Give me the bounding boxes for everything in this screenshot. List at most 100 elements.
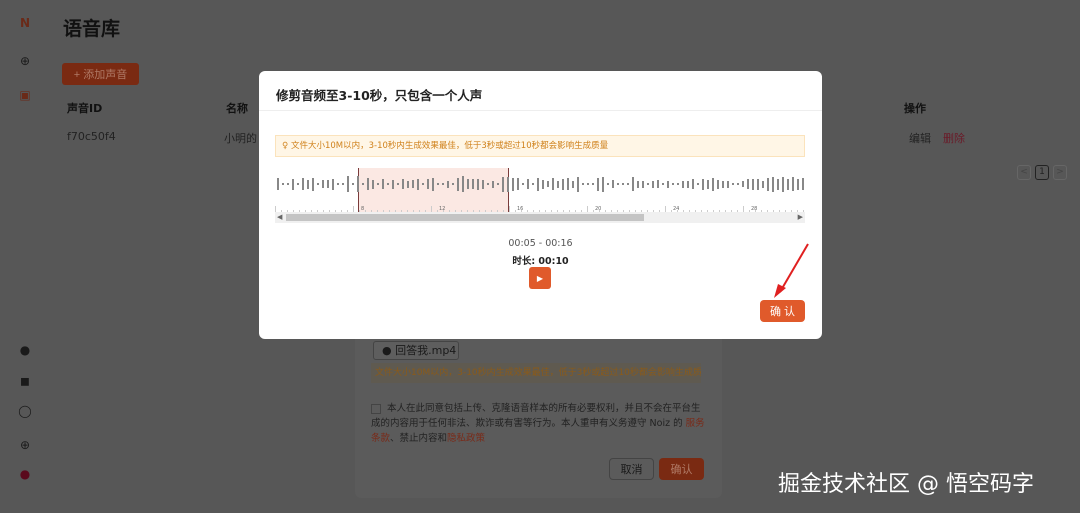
agree-checkbox[interactable] [371,403,381,414]
discord-icon[interactable]: ◼ [18,374,32,388]
scroll-right-icon[interactable]: ▶ [798,212,803,223]
waveform-bar [552,178,554,190]
waveform-bar [492,180,494,188]
waveform-bar [347,176,349,192]
waveform-bar [472,179,474,189]
waveform-bar [317,183,319,185]
waveform-bar [597,177,599,191]
play-button[interactable]: ▶ [529,267,551,289]
waveform-bar [342,183,344,185]
modal-confirm-button[interactable]: 确 认 [760,300,805,322]
confirm-button[interactable]: 确认 [659,458,704,480]
waveform-scrollbar[interactable]: ◀ ▶ [275,212,805,223]
waveform-bar [337,183,339,185]
waveform-bar [642,180,644,188]
waveform-bar [722,180,724,188]
waveform-bar [587,183,589,185]
uploaded-file-chip[interactable]: ● 回答我.mp4 [373,341,459,360]
waveform-bar [357,176,359,192]
agree-text: 本人在此同意包括上传、克隆语音样本的所有必要权利，并且不会在平台生成的内容用于任… [371,403,701,429]
waveform-bar [537,177,539,191]
waveform-bar [442,183,444,185]
delete-link[interactable]: 删除 [943,130,965,146]
library-icon[interactable]: ▣ [18,88,32,102]
waveform-bar [757,178,759,190]
page-1-button[interactable]: 1 [1035,165,1049,180]
waveform-bar [392,179,394,189]
waveform-bar [567,178,569,190]
selection-region[interactable] [358,168,509,214]
waveform-bar [562,178,564,190]
modal-title: 修剪音频至3-10秒，只包含一个人声 [276,88,483,103]
waveform-bar [772,176,774,192]
waveform-bar [622,183,624,185]
voice-icon[interactable]: ⊕ [18,54,32,68]
waveform-bar [687,180,689,188]
waveform-bar [632,177,634,191]
waveform-bar [382,179,384,189]
waveform-bar [672,183,674,185]
waveform-bar [712,177,714,191]
waveform-bar [652,180,654,188]
waveform-bar [372,179,374,189]
next-page-button[interactable]: > [1053,165,1067,180]
waveform-bar [667,180,669,188]
waveform-bar [747,179,749,189]
waveform-bar [417,178,419,190]
waveform-bar [462,176,464,192]
add-voice-button[interactable]: + 添加声音 [62,63,139,85]
logo-icon[interactable]: N [18,16,32,30]
waveform-bar [327,180,329,188]
waveform-bar [697,183,699,185]
waveform-bar [402,179,404,189]
waveform-bar [637,180,639,188]
voice-name-cell: 小明的 [224,132,257,145]
scroll-thumb[interactable] [286,214,644,221]
waveform-bar [547,181,549,187]
column-header-id: 声音ID [67,102,103,115]
edit-link[interactable]: 编辑 [909,130,931,146]
waveform-bar [522,183,524,185]
waveform-bar [702,178,704,190]
waveform-bar [657,180,659,188]
waveform-bar [682,180,684,188]
waveform-bar [447,180,449,188]
waveform-bar [292,178,294,190]
waveform-bar [512,177,514,191]
waveform-bar [482,179,484,189]
waveform-bar [692,179,694,189]
waveform-bar [332,178,334,190]
waveform-bar [422,183,424,185]
scroll-left-icon[interactable]: ◀ [277,212,282,223]
waveform-bar [707,179,709,189]
waveform-bar [467,179,469,189]
privacy-link[interactable]: 隐私政策 [447,433,485,444]
page-title: 语音库 [63,18,121,40]
waveform-bar [487,183,489,185]
waveform-bar [557,180,559,188]
waveform-bar [307,179,309,189]
column-header-actions: 操作 [904,102,926,115]
waveform-bar [752,178,754,190]
waveform-bar [412,180,414,188]
prev-page-button[interactable]: < [1017,165,1031,180]
play-icon: ▶ [536,273,544,283]
waveform-bar [662,183,664,185]
waveform-bar [322,180,324,188]
waveform-bar [602,176,604,192]
selected-duration: 时长: 00:10 [512,256,569,267]
chat-icon[interactable]: ◯ [18,404,32,418]
waveform-bar [477,178,479,190]
globe-icon[interactable]: ⊕ [18,438,32,452]
waveform-bar [457,177,459,191]
qq-icon[interactable]: ● [18,343,32,357]
waveform-bar [527,179,529,189]
waveform-bar [352,183,354,185]
avatar-icon[interactable]: ● [18,467,32,481]
waveform-bar [607,183,609,185]
cancel-button[interactable]: 取消 [609,458,654,480]
file-name: 回答我.mp4 [395,344,457,357]
trim-tip-text: 文件大小10M以内，3-10秒内生成效果最佳，低于3秒或超过10秒都会影响生成质… [290,141,609,151]
waveform-bar [777,178,779,190]
waveform-bar [742,181,744,187]
